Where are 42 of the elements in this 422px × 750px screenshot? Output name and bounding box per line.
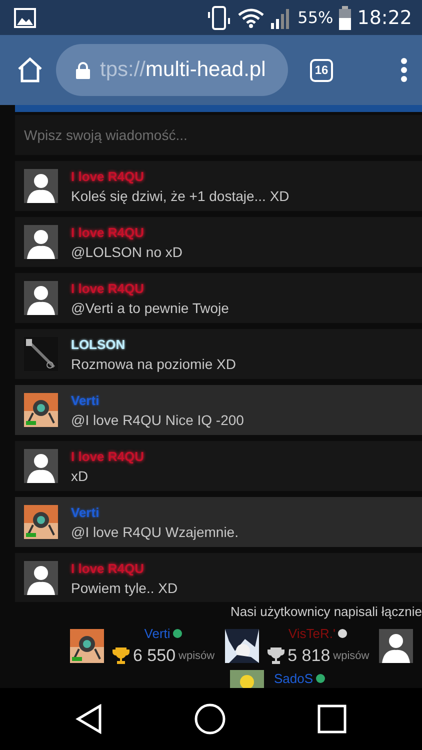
battery-percentage: 55% xyxy=(298,8,334,27)
clock: 18:22 xyxy=(357,6,412,28)
menu-button[interactable] xyxy=(400,57,408,83)
stats-heading: Nasi użytkownicy napisali łącznie xyxy=(230,604,422,619)
battery-icon xyxy=(339,6,352,30)
message-text: xD xyxy=(71,468,90,484)
message-text: @I love R4QU Nice IQ -200 xyxy=(71,412,244,428)
post-count: 5 818 xyxy=(288,646,330,666)
post-unit: wpisów xyxy=(178,650,215,662)
post-unit: wpisów xyxy=(333,650,370,662)
message-text: @Verti a to pewnie Twoje xyxy=(71,300,229,316)
address-bar[interactable]: tps://multi-head.pl xyxy=(56,44,288,96)
url-text: tps://multi-head.pl xyxy=(100,58,266,82)
message-text: Rozmowa na poziomie XD xyxy=(71,356,236,372)
vibrate-icon xyxy=(206,4,232,30)
message-text: Powiem tyle.. XD xyxy=(71,580,178,596)
author-name: Verti xyxy=(71,504,100,520)
home-button[interactable] xyxy=(16,56,44,84)
user-name-line: Verti xyxy=(144,625,182,643)
message-text: @LOLSON no xD xyxy=(71,244,182,260)
message-text: Koleś się dziwi, że +1 dostaje... XD xyxy=(71,188,290,204)
author-name: I love R4QU xyxy=(71,280,145,296)
user-name-line: SadoS xyxy=(274,670,326,688)
author-name: Verti xyxy=(71,392,100,408)
tab-count-button[interactable]: 16 xyxy=(310,58,333,82)
author-name: LOLSON xyxy=(71,336,126,352)
image-notification-icon xyxy=(14,8,36,28)
recents-button[interactable] xyxy=(316,704,347,734)
home-button[interactable] xyxy=(194,703,226,735)
message-text: @I love R4QU Wzajemnie. xyxy=(71,524,238,540)
message-input[interactable]: Wpisz swoją wiadomość... xyxy=(15,115,422,155)
author-name: I love R4QU xyxy=(71,168,145,184)
author-name: I love R4QU xyxy=(71,560,145,576)
author-name: I love R4QU xyxy=(71,224,145,240)
post-count: 6 550 xyxy=(133,646,176,666)
default-avatar xyxy=(379,628,414,662)
author-name: I love R4QU xyxy=(71,448,144,464)
signal-icon xyxy=(270,6,292,28)
back-button[interactable] xyxy=(75,704,104,734)
wifi-icon xyxy=(238,8,264,28)
user-name-line: VisTeR.' xyxy=(288,625,348,643)
lock-icon xyxy=(76,62,90,78)
